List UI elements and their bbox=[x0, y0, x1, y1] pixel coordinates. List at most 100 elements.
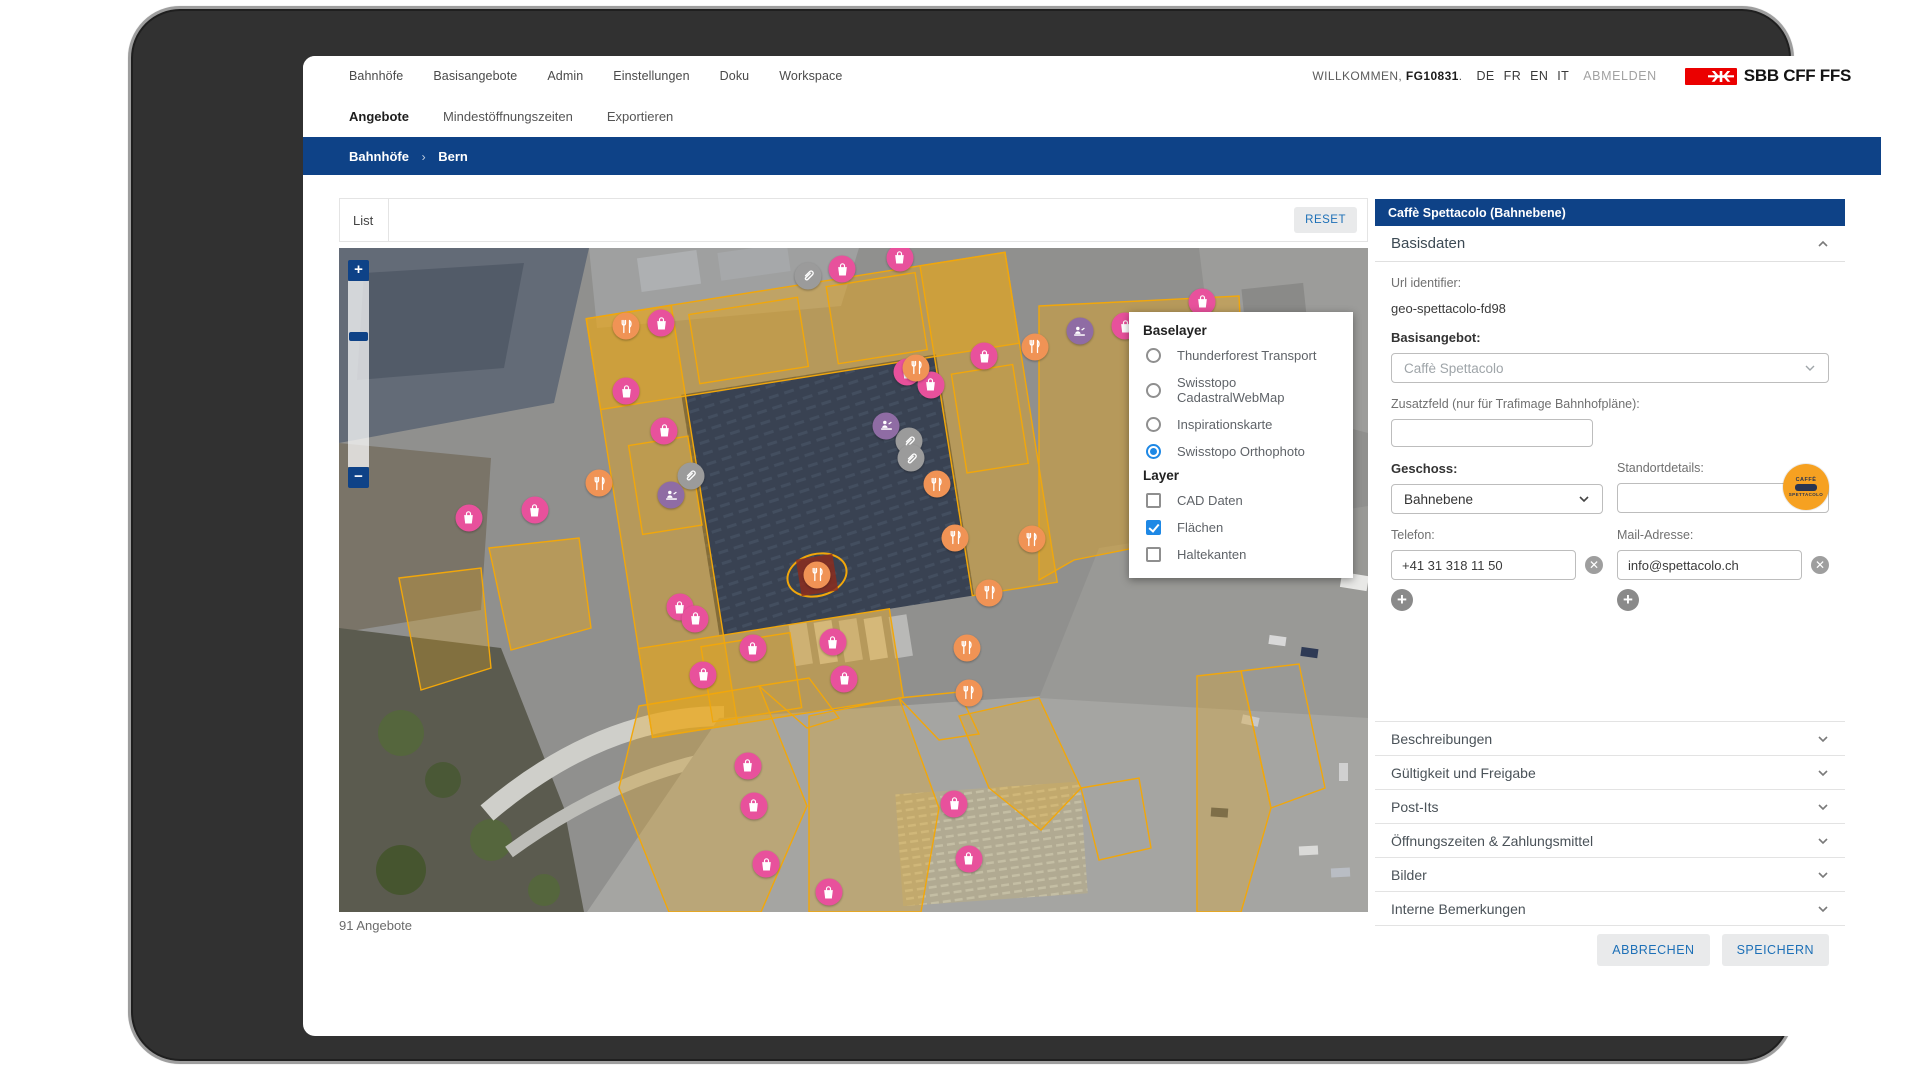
map-marker-shop[interactable] bbox=[831, 665, 858, 692]
layer-option-haltekanten[interactable]: Haltekanten bbox=[1129, 541, 1353, 568]
map-marker-shop[interactable] bbox=[690, 661, 717, 688]
section-basisdaten[interactable]: Basisdaten bbox=[1375, 226, 1845, 262]
map-marker-food[interactable] bbox=[923, 471, 950, 498]
lang-en[interactable]: EN bbox=[1530, 69, 1548, 83]
tablet-device-frame: Bahnhöfe Basisangebote Admin Einstellungen D… bbox=[128, 6, 1794, 1064]
url-identifier-label: Url identifier: bbox=[1391, 276, 1829, 290]
map-marker-shop[interactable] bbox=[521, 497, 548, 524]
lang-de[interactable]: DE bbox=[1476, 69, 1494, 83]
subnav-item-mindest-ffnungszeiten[interactable]: Mindestöffnungszeiten bbox=[443, 109, 573, 124]
section-beschreibungen[interactable]: Beschreibungen bbox=[1375, 721, 1845, 755]
map-marker-shop[interactable] bbox=[739, 635, 766, 662]
nav-item-basisangebote[interactable]: Basisangebote bbox=[433, 69, 517, 83]
nav-item-einstellungen[interactable]: Einstellungen bbox=[613, 69, 689, 83]
map-marker-attachment[interactable] bbox=[795, 262, 822, 289]
map-marker-food[interactable] bbox=[1021, 333, 1048, 360]
map-marker-shop[interactable] bbox=[682, 605, 709, 632]
breadcrumb-separator: › bbox=[422, 150, 426, 164]
map-marker-food[interactable] bbox=[942, 524, 969, 551]
map-marker-shop[interactable] bbox=[753, 851, 780, 878]
map-marker-service[interactable] bbox=[658, 482, 685, 509]
save-button[interactable]: SPEICHERN bbox=[1722, 934, 1829, 966]
section-bilder[interactable]: Bilder bbox=[1375, 857, 1845, 891]
map-marker-shop[interactable] bbox=[819, 629, 846, 656]
zoom-slider-handle[interactable] bbox=[349, 332, 368, 341]
baselayer-option-thunderforest-transport[interactable]: Thunderforest Transport bbox=[1129, 342, 1353, 369]
shopping-bag-icon bbox=[745, 640, 761, 656]
mail-input[interactable] bbox=[1617, 550, 1802, 580]
baselayer-title: Baselayer bbox=[1129, 320, 1353, 342]
map-marker-food[interactable] bbox=[976, 579, 1003, 606]
map-marker-food[interactable] bbox=[586, 470, 613, 497]
chevron-down-icon bbox=[1817, 733, 1829, 745]
map-marker-shop[interactable] bbox=[613, 378, 640, 405]
sbb-brand: SBB CFF FFS bbox=[1685, 66, 1851, 86]
add-mail-button[interactable]: + bbox=[1617, 589, 1639, 611]
reset-button[interactable]: RESET bbox=[1294, 207, 1357, 233]
logout-link[interactable]: ABMELDEN bbox=[1583, 69, 1657, 83]
layer-option-fl-chen[interactable]: Flächen bbox=[1129, 514, 1353, 541]
subnav-item-angebote[interactable]: Angebote bbox=[349, 109, 409, 124]
map-marker-shop[interactable] bbox=[648, 310, 675, 337]
zoom-slider-track[interactable] bbox=[348, 281, 369, 467]
shopping-bag-icon bbox=[976, 348, 992, 364]
breadcrumb-current: Bern bbox=[438, 149, 468, 164]
service-desk-icon bbox=[1072, 323, 1088, 339]
map-marker-shop[interactable] bbox=[455, 504, 482, 531]
map-marker-food[interactable] bbox=[953, 634, 980, 661]
user-id: FG10831 bbox=[1406, 69, 1459, 83]
add-telefon-button[interactable]: + bbox=[1391, 589, 1413, 611]
clear-mail-icon[interactable]: ✕ bbox=[1811, 556, 1829, 574]
map-marker-food[interactable] bbox=[955, 679, 982, 706]
layer-option-cad-daten[interactable]: CAD Daten bbox=[1129, 487, 1353, 514]
checkbox-icon bbox=[1146, 547, 1161, 562]
map-zoom-control: + − bbox=[348, 260, 369, 488]
geschoss-select[interactable]: Bahnebene bbox=[1391, 484, 1603, 514]
map-marker-shop[interactable] bbox=[734, 752, 761, 779]
section-post-its[interactable]: Post-Its bbox=[1375, 789, 1845, 823]
zoom-out-button[interactable]: − bbox=[348, 467, 369, 488]
list-tab[interactable]: List bbox=[340, 199, 389, 241]
map-marker-service[interactable] bbox=[1066, 318, 1093, 345]
map-canvas[interactable]: + − Baselayer Thunderforest TransportSwi… bbox=[339, 248, 1368, 912]
map-marker-service[interactable] bbox=[873, 412, 900, 439]
map-marker-shop[interactable] bbox=[815, 879, 842, 906]
map-marker-shop[interactable] bbox=[651, 417, 678, 444]
map-marker-shop[interactable] bbox=[941, 790, 968, 817]
map-marker-shop[interactable] bbox=[886, 248, 913, 271]
nav-item-bahnh-fe[interactable]: Bahnhöfe bbox=[349, 69, 403, 83]
restaurant-icon bbox=[809, 567, 825, 583]
section-g-ltigkeit-und-freigabe[interactable]: Gültigkeit und Freigabe bbox=[1375, 755, 1845, 789]
map-marker-food[interactable] bbox=[1018, 526, 1045, 553]
map-marker-shop[interactable] bbox=[955, 845, 982, 872]
zoom-in-button[interactable]: + bbox=[348, 260, 369, 281]
shopping-bag-icon bbox=[946, 796, 962, 812]
map-marker-food-selected[interactable] bbox=[804, 561, 831, 588]
map-marker-attachment[interactable] bbox=[898, 445, 925, 472]
telefon-input[interactable] bbox=[1391, 550, 1576, 580]
map-marker-shop[interactable] bbox=[971, 343, 998, 370]
map-marker-food[interactable] bbox=[903, 354, 930, 381]
shopping-bag-icon bbox=[961, 851, 977, 867]
cancel-button[interactable]: ABBRECHEN bbox=[1597, 934, 1709, 966]
map-marker-shop[interactable] bbox=[829, 256, 856, 283]
subnav-item-exportieren[interactable]: Exportieren bbox=[607, 109, 673, 124]
restaurant-icon bbox=[981, 585, 997, 601]
nav-item-workspace[interactable]: Workspace bbox=[779, 69, 842, 83]
map-marker-shop[interactable] bbox=[740, 792, 767, 819]
section-interne-bemerkungen[interactable]: Interne Bemerkungen bbox=[1375, 891, 1845, 926]
nav-item-doku[interactable]: Doku bbox=[720, 69, 750, 83]
language-switcher: DE FR EN IT bbox=[1476, 69, 1569, 83]
zusatzfeld-input[interactable] bbox=[1391, 419, 1593, 447]
clear-telefon-icon[interactable]: ✕ bbox=[1585, 556, 1603, 574]
lang-it[interactable]: IT bbox=[1557, 69, 1569, 83]
nav-item-admin[interactable]: Admin bbox=[547, 69, 583, 83]
baselayer-option-swisstopo-orthophoto[interactable]: Swisstopo Orthophoto bbox=[1129, 438, 1353, 465]
breadcrumb-parent[interactable]: Bahnhöfe bbox=[349, 149, 409, 164]
baselayer-option-inspirationskarte[interactable]: Inspirationskarte bbox=[1129, 411, 1353, 438]
basisangebot-select[interactable]: Caffè Spettacolo bbox=[1391, 353, 1829, 383]
section-ffnungszeiten-zahlungsmittel[interactable]: Öffnungszeiten & Zahlungsmittel bbox=[1375, 823, 1845, 857]
baselayer-option-swisstopo-cadastralwebmap[interactable]: Swisstopo CadastralWebMap bbox=[1129, 369, 1353, 411]
map-marker-food[interactable] bbox=[613, 313, 640, 340]
lang-fr[interactable]: FR bbox=[1504, 69, 1521, 83]
